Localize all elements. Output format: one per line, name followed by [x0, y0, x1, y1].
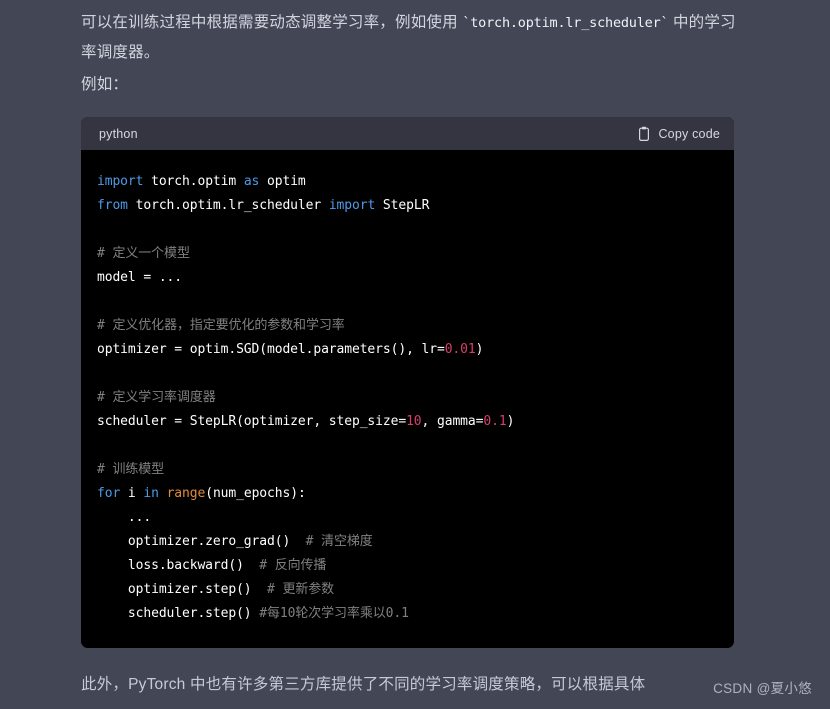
- code-token: # 清空梯度: [290, 534, 373, 549]
- code-token: optim: [259, 174, 306, 189]
- code-token: 0.1: [483, 414, 507, 429]
- code-token: #每10轮次学习率乘以0.1: [251, 606, 409, 621]
- code-token: scheduler = StepLR(optimizer, step_size=: [97, 414, 407, 429]
- code-line: from torch.optim.lr_scheduler import Ste…: [81, 194, 734, 218]
- code-line: optimizer.zero_grad() # 清空梯度: [81, 530, 734, 554]
- code-line: scheduler = StepLR(optimizer, step_size=…: [81, 410, 734, 434]
- code-token: from: [97, 198, 128, 213]
- inline-code-lr-scheduler: `torch.optim.lr_scheduler`: [462, 15, 669, 31]
- code-block-header: python Copy code: [81, 117, 734, 150]
- code-token: # 定义优化器，指定要优化的参数和学习率: [97, 318, 345, 333]
- code-token: 10: [406, 414, 422, 429]
- closing-paragraph: 此外，PyTorch 中也有许多第三方库提供了不同的学习率调度策略，可以根据具体: [81, 676, 646, 693]
- code-token: torch.optim.lr_scheduler: [127, 198, 329, 213]
- code-token: # 更新参数: [251, 582, 335, 597]
- code-token: (num_epochs):: [205, 486, 306, 501]
- code-token: ...: [97, 510, 152, 525]
- code-token: for: [97, 486, 121, 501]
- code-token: import: [97, 174, 144, 189]
- code-line: import torch.optim as optim: [81, 170, 734, 194]
- code-token: optimizer.zero_grad(): [97, 534, 291, 549]
- code-token: # 反向传播: [243, 558, 327, 573]
- code-line: optimizer.step() # 更新参数: [81, 578, 734, 602]
- code-line: optimizer = optim.SGD(model.parameters()…: [81, 338, 734, 362]
- code-token: import: [328, 198, 376, 213]
- code-line: model = ...: [81, 266, 734, 290]
- code-language-label: python: [99, 126, 138, 141]
- code-token: 0.01: [444, 342, 476, 357]
- code-token: in: [143, 486, 159, 501]
- code-token: # 训练模型: [97, 462, 165, 477]
- code-token: optimizer.step(): [97, 582, 252, 597]
- code-line: for i in range(num_epochs):: [81, 482, 734, 506]
- code-line: ...: [81, 506, 734, 530]
- code-line: # 定义学习率调度器: [81, 386, 734, 410]
- code-line: scheduler.step() #每10轮次学习率乘以0.1: [81, 602, 734, 626]
- example-label: 例如：: [81, 76, 129, 93]
- intro-paragraph: 可以在训练过程中根据需要动态调整学习率，例如使用 `torch.optim.lr…: [81, 0, 740, 68]
- code-token: ): [475, 342, 484, 357]
- code-token: torch.optim: [143, 174, 244, 189]
- code-token: # 定义学习率调度器: [97, 390, 216, 405]
- clipboard-icon: [637, 126, 651, 142]
- copy-code-button[interactable]: Copy code: [637, 126, 720, 142]
- code-line: # 训练模型: [81, 458, 734, 482]
- code-token: optimizer = optim.SGD(model.parameters()…: [97, 342, 445, 357]
- code-token: model = ...: [97, 270, 182, 285]
- code-token: # 定义一个模型: [97, 246, 190, 261]
- code-line: # 定义一个模型: [81, 242, 734, 266]
- code-token: ): [506, 414, 515, 429]
- code-token: range: [166, 486, 206, 501]
- copy-code-label: Copy code: [658, 126, 720, 141]
- code-token: StepLR: [375, 198, 430, 213]
- code-token: scheduler.step(): [97, 606, 252, 621]
- code-content[interactable]: import torch.optim as optim from torch.op…: [81, 150, 734, 648]
- code-block: python Copy code import torch.optim as o…: [81, 117, 734, 648]
- code-token: as: [243, 174, 260, 189]
- code-token: i: [120, 486, 144, 501]
- code-token: , gamma=: [421, 414, 484, 429]
- code-line: # 定义优化器，指定要优化的参数和学习率: [81, 314, 734, 338]
- code-token: loss.backward(): [97, 558, 244, 573]
- code-line: loss.backward() # 反向传播: [81, 554, 734, 578]
- article-page: 可以在训练过程中根据需要动态调整学习率，例如使用 `torch.optim.lr…: [0, 0, 830, 709]
- intro-text-before: 可以在训练过程中根据需要动态调整学习率，例如使用: [81, 14, 463, 31]
